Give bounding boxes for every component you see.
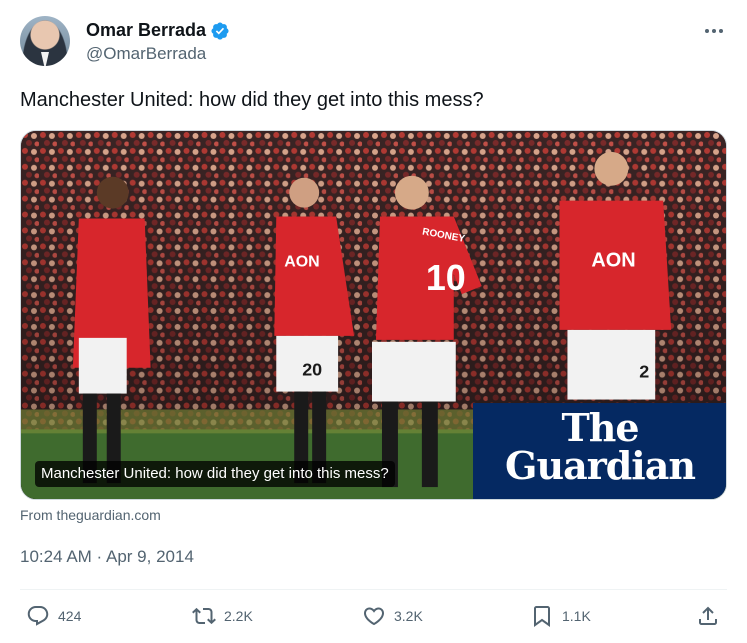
tweet-timestamp[interactable]: 10:24 AM · Apr 9, 2014 bbox=[20, 547, 194, 567]
verified-badge-icon bbox=[211, 21, 229, 40]
bookmark-button[interactable]: 1.1K bbox=[530, 604, 591, 628]
svg-text:AON: AON bbox=[284, 253, 319, 270]
like-button[interactable]: 3.2K bbox=[362, 604, 423, 628]
bookmark-count: 1.1K bbox=[562, 608, 591, 624]
like-icon bbox=[363, 607, 385, 626]
bookmark-icon bbox=[534, 606, 550, 627]
author-handle[interactable]: @OmarBerrada bbox=[86, 44, 206, 64]
retweet-button[interactable]: 2.2K bbox=[192, 604, 253, 628]
author-name-row: Omar Berrada bbox=[86, 20, 230, 41]
action-bar: 424 2.2K 3.2K 1.1K bbox=[20, 604, 727, 634]
share-icon bbox=[699, 606, 717, 625]
card-caption: Manchester United: how did they get into… bbox=[35, 461, 395, 487]
divider bbox=[20, 589, 727, 590]
guardian-logo-line2: Guardian bbox=[505, 443, 696, 488]
tweet-header: Omar Berrada @OmarBerrada bbox=[20, 16, 727, 68]
more-options-icon[interactable] bbox=[703, 20, 725, 42]
guardian-logo: The Guardian bbox=[473, 405, 726, 488]
reply-button[interactable]: 424 bbox=[26, 604, 81, 628]
guardian-logo-block: The Guardian bbox=[473, 403, 726, 499]
share-button[interactable] bbox=[696, 604, 720, 628]
svg-text:2: 2 bbox=[639, 362, 649, 382]
reply-count: 424 bbox=[58, 608, 82, 624]
retweet-count: 2.2K bbox=[224, 608, 253, 624]
svg-text:10: 10 bbox=[426, 258, 466, 298]
tweet-text: Manchester United: how did they get into… bbox=[20, 89, 484, 111]
svg-text:20: 20 bbox=[302, 360, 322, 380]
reply-icon bbox=[27, 606, 49, 626]
svg-text:AON: AON bbox=[591, 249, 635, 271]
author-name[interactable]: Omar Berrada bbox=[86, 20, 206, 41]
avatar[interactable] bbox=[20, 16, 70, 66]
card-source[interactable]: From theguardian.com bbox=[20, 507, 161, 523]
retweet-icon bbox=[192, 607, 216, 625]
link-card[interactable]: AON 20 ROONEY 10 AON 2 The Guardian Manc… bbox=[20, 130, 727, 500]
like-count: 3.2K bbox=[394, 608, 423, 624]
guardian-logo-line1: The bbox=[561, 405, 639, 450]
